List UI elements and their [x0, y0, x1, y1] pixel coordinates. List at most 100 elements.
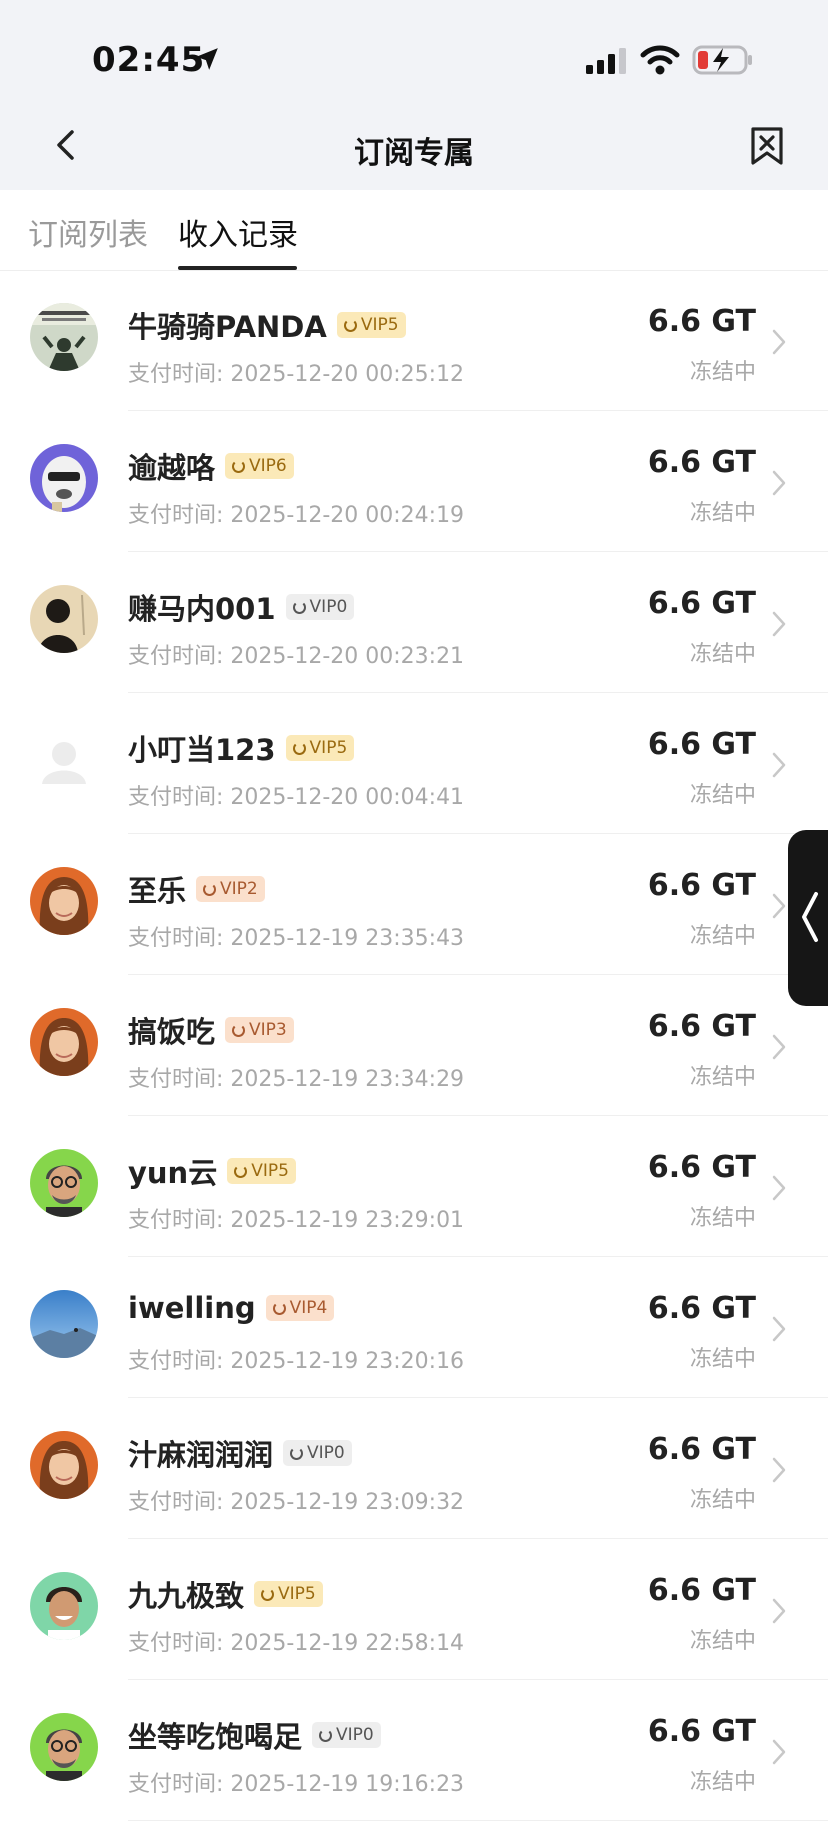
tab-income-records[interactable]: 收入记录 [178, 210, 298, 254]
income-record-row[interactable]: 九九极致 VIP5 支付时间: 2025-12-19 22:58:14 6.6 GT 冻… [0, 1539, 828, 1680]
page-title: 订阅专属 [354, 136, 474, 171]
status-text: 冻结中 [689, 1770, 756, 1795]
amount: 6.6 GT [647, 1009, 756, 1044]
payment-time: 支付时间: 2025-12-19 23:34:29 [128, 1067, 465, 1092]
username-line: 逾越咯 VIP6 [128, 445, 294, 487]
username: 小叮当123 [128, 733, 276, 767]
income-record-row[interactable]: 至乐 VIP2 支付时间: 2025-12-19 23:35:43 6.6 GT 冻结中 [0, 834, 828, 975]
username: 赚马内001 [128, 592, 276, 626]
username: yun云 [128, 1156, 218, 1190]
vip-level: VIP4 [289, 1298, 328, 1318]
status-text: 冻结中 [689, 501, 756, 526]
location-arrow-icon [196, 48, 218, 70]
income-record-row[interactable]: 赚马内001 VIP0 支付时间: 2025-12-20 00:23:21 6.6 G… [0, 552, 828, 693]
payment-time: 支付时间: 2025-12-19 23:35:43 [128, 926, 465, 951]
bookmark-icon[interactable] [750, 126, 784, 166]
vip-badge: VIP0 [285, 594, 355, 620]
vip-level: VIP0 [309, 597, 348, 617]
amount: 6.6 GT [647, 445, 756, 480]
avatar[interactable] [30, 1713, 98, 1781]
tab-subscription-list[interactable]: 订阅列表 [28, 210, 148, 254]
chevron-right-icon[interactable] [770, 1033, 788, 1061]
vip-level: VIP0 [307, 1443, 345, 1463]
amount: 6.6 GT [647, 1150, 756, 1185]
avatar[interactable] [30, 1431, 98, 1499]
chevron-right-icon[interactable] [770, 469, 788, 497]
income-record-row[interactable]: yun云 VIP5 支付时间: 2025-12-19 23:29:01 6.6 GT 冻… [0, 1116, 828, 1257]
amount: 6.6 GT [647, 586, 756, 621]
vip-level: VIP5 [278, 1584, 316, 1604]
income-record-row[interactable]: 牛骑骑PANDA VIP5 支付时间: 2025-12-20 00:25:12 6.6… [0, 270, 828, 411]
chevron-right-icon[interactable] [770, 1738, 788, 1766]
avatar[interactable] [30, 1149, 98, 1217]
income-record-row[interactable]: 小叮当123 VIP5 支付时间: 2025-12-20 00:04:41 6.6 G… [0, 693, 828, 834]
payment-time: 支付时间: 2025-12-19 23:29:01 [128, 1208, 465, 1233]
income-record-row[interactable]: 逾越咯 VIP6 支付时间: 2025-12-20 00:24:19 6.6 GT 冻结… [0, 411, 828, 552]
status-text: 冻结中 [689, 1629, 756, 1654]
avatar[interactable] [30, 867, 98, 935]
payment-time: 支付时间: 2025-12-20 00:23:21 [128, 644, 465, 669]
vip-badge: VIP0 [283, 1440, 352, 1466]
income-record-row[interactable]: iwelling VIP4 支付时间: 2025-12-19 23:20:16 6.6… [0, 1257, 828, 1398]
vip-ring-icon [319, 1728, 333, 1742]
chevron-right-icon[interactable] [770, 1456, 788, 1484]
username-line: 坐等吃饱喝足 VIP0 [128, 1714, 381, 1756]
vip-badge: VIP5 [254, 1581, 323, 1607]
status-text: 冻结中 [689, 1065, 756, 1090]
amount: 6.6 GT [647, 1573, 756, 1608]
chevron-right-icon[interactable] [770, 751, 788, 779]
avatar[interactable] [30, 303, 98, 371]
chevron-right-icon[interactable] [770, 892, 788, 920]
username: 坐等吃饱喝足 [128, 1720, 303, 1754]
username: 逾越咯 [128, 451, 216, 485]
cellular-signal-icon [586, 48, 626, 74]
income-record-row[interactable]: 搞饭吃 VIP3 支付时间: 2025-12-19 23:34:29 6.6 GT 冻结… [0, 975, 828, 1116]
chevron-right-icon[interactable] [770, 1174, 788, 1202]
vip-badge: VIP6 [225, 453, 294, 479]
avatar[interactable] [30, 1572, 98, 1640]
vip-ring-icon [234, 1164, 248, 1178]
avatar[interactable] [30, 444, 98, 512]
payment-time: 支付时间: 2025-12-20 00:24:19 [128, 503, 465, 528]
chevron-left-icon [802, 892, 818, 942]
vip-ring-icon [292, 600, 306, 614]
status-text: 冻结中 [689, 783, 756, 808]
vip-ring-icon [232, 1023, 246, 1037]
avatar[interactable] [30, 585, 98, 653]
amount: 6.6 GT [647, 868, 756, 903]
amount: 6.6 GT [647, 1291, 756, 1326]
vip-badge: VIP5 [227, 1158, 296, 1184]
status-text: 冻结中 [689, 360, 756, 385]
vip-badge: VIP0 [312, 1722, 381, 1748]
tab-bar: 订阅列表 收入记录 [0, 190, 828, 271]
vip-badge: VIP3 [225, 1017, 294, 1043]
username-line: 至乐 VIP2 [128, 868, 265, 910]
payment-time: 支付时间: 2025-12-19 19:16:23 [128, 1772, 465, 1797]
chevron-right-icon[interactable] [770, 1597, 788, 1625]
vip-level: VIP3 [249, 1020, 287, 1040]
username: 九九极致 [128, 1579, 245, 1613]
username: 汁麻润润润 [128, 1438, 274, 1472]
amount: 6.6 GT [647, 1714, 756, 1749]
avatar[interactable] [30, 1290, 98, 1358]
vip-level: VIP5 [360, 315, 399, 335]
chevron-right-icon[interactable] [770, 328, 788, 356]
top-bar: 02:45 订阅专属 [0, 0, 828, 190]
income-record-list: 牛骑骑PANDA VIP5 支付时间: 2025-12-20 00:25:12 6.6… [0, 270, 828, 1821]
avatar[interactable] [30, 726, 98, 794]
status-text: 冻结中 [689, 1347, 756, 1372]
battery-charging-icon [692, 45, 752, 75]
vip-badge: VIP5 [336, 312, 406, 338]
income-record-row[interactable]: 汁麻润润润 VIP0 支付时间: 2025-12-19 23:09:32 6.6 GT… [0, 1398, 828, 1539]
vip-level: VIP0 [336, 1725, 374, 1745]
username-line: 小叮当123 VIP5 [128, 727, 355, 769]
status-text: 冻结中 [689, 924, 756, 949]
payment-time: 支付时间: 2025-12-20 00:04:41 [128, 785, 465, 810]
vip-ring-icon [343, 318, 357, 332]
status-time: 02:45 [92, 40, 206, 80]
chevron-right-icon[interactable] [770, 1315, 788, 1343]
username-line: 九九极致 VIP5 [128, 1573, 323, 1615]
avatar[interactable] [30, 1008, 98, 1076]
chevron-right-icon[interactable] [770, 610, 788, 638]
side-drawer-handle[interactable] [788, 830, 828, 1006]
